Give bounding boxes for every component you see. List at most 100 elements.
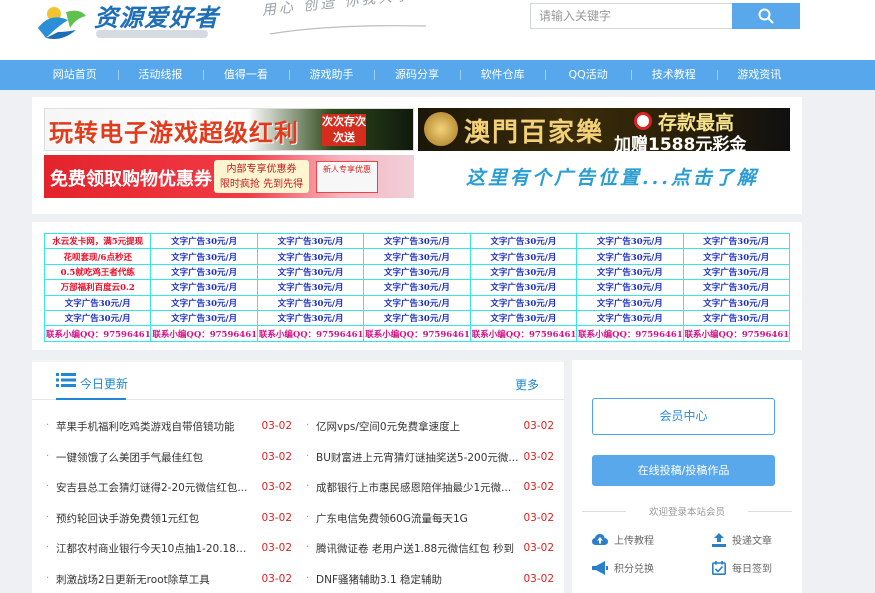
update-item[interactable]: · 一键领饿了么美团手气最佳红包 03-02 (44, 443, 294, 474)
update-date: 03-02 (261, 572, 292, 585)
text-ad-cell[interactable]: 联系小编QQ：97596461 (469, 325, 578, 342)
banner-ad-baccarat[interactable]: 澳門百家樂 存款最高 加赠1588元彩金 (418, 108, 790, 151)
update-item[interactable]: · 苹果手机福利吃鸡类游戏自带倍镜功能 03-02 (44, 412, 294, 443)
nav-item-source-code[interactable]: 源码分享 (374, 60, 460, 90)
text-ad-cell[interactable]: 文字广告30元/月 (363, 232, 471, 250)
text-ad-cell[interactable]: 水云发卡网，满5元提现 (43, 232, 152, 250)
nav-item-game-helper[interactable]: 游戏助手 (288, 60, 375, 90)
text-ad-cell[interactable]: 文字广告30元/月 (576, 232, 684, 250)
text-ad-cell[interactable]: 联系小编QQ：97596461 (576, 325, 684, 342)
update-title[interactable]: 成都银行上市惠民感恩陪伴抽最少1元微... (316, 480, 521, 495)
search-button[interactable] (732, 3, 800, 29)
banner-ad-placeholder[interactable]: 这里有个广告位置...点击了解 (418, 155, 790, 198)
update-title[interactable]: 苹果手机福利吃鸡类游戏自带倍镜功能 (56, 419, 251, 434)
text-ad-cell[interactable]: 文字广告30元/月 (682, 279, 791, 296)
update-item[interactable]: · 成都银行上市惠民感恩陪伴抽最少1元微... 03-02 (304, 473, 554, 504)
text-ad-cell[interactable]: 联系小编QQ：97596461 (363, 325, 471, 342)
text-ad-cell[interactable]: 文字广告30元/月 (469, 232, 578, 250)
update-title[interactable]: 预约轮回诀手游免费领1元红包 (56, 511, 251, 526)
text-ad-cell[interactable]: 文字广告30元/月 (363, 309, 471, 327)
text-ad-cell[interactable]: 文字广告30元/月 (469, 248, 578, 265)
text-ad-cell[interactable]: 文字广告30元/月 (469, 309, 578, 327)
member-center-button[interactable]: 会员中心 (592, 398, 775, 435)
text-ad-cell[interactable]: 文字广告30元/月 (576, 294, 684, 311)
text-ad-cell[interactable]: 文字广告30元/月 (150, 232, 258, 250)
more-link[interactable]: 更多 (515, 376, 539, 393)
text-ad-cell[interactable]: 联系小编QQ：97596461 (682, 325, 791, 342)
update-title[interactable]: 腾讯微证卷 老用户送1.88元微信红包 秒到 (316, 541, 521, 556)
update-item[interactable]: · 亿网vps/空间0元免费拿速度上 03-02 (304, 412, 554, 443)
search-input[interactable] (530, 3, 732, 29)
update-item[interactable]: · 广东电信免费领60G流量每天1G 03-02 (304, 504, 554, 535)
text-ad-cell[interactable]: 万部福利百度云0.2 (43, 279, 152, 296)
text-ad-cell[interactable]: 0.5就吃鸡王者代练 (43, 263, 152, 281)
text-ad-cell[interactable]: 文字广告30元/月 (682, 232, 791, 250)
nav-item-qq-activity[interactable]: QQ活动 (545, 60, 631, 90)
text-ad-cell[interactable]: 文字广告30元/月 (682, 294, 791, 311)
update-title[interactable]: 安吉县总工会猜灯谜得2-20元微信红包... (56, 480, 251, 495)
nav-item-home[interactable]: 网站首页 (32, 60, 118, 90)
update-item[interactable]: · 江都农村商业银行今天10点抽1-20.18元... 03-02 (44, 534, 294, 565)
text-ad-cell[interactable]: 文字广告30元/月 (682, 309, 791, 327)
text-ad-cell[interactable]: 文字广告30元/月 (256, 309, 365, 327)
update-item[interactable]: · DNF骚猪辅助3.1 稳定辅助 03-02 (304, 565, 554, 593)
text-ad-cell[interactable]: 文字广告30元/月 (363, 294, 471, 311)
logo-icon[interactable] (36, 2, 88, 42)
text-ads-row: 联系小编QQ：97596461 联系小编QQ：97596461 联系小编QQ：975… (43, 325, 791, 342)
text-ad-cell[interactable]: 文字广告30元/月 (256, 248, 365, 265)
text-ad-cell[interactable]: 文字广告30元/月 (576, 248, 684, 265)
update-title[interactable]: 广东电信免费领60G流量每天1G (316, 511, 521, 526)
update-item[interactable]: · 安吉县总工会猜灯谜得2-20元微信红包... 03-02 (44, 473, 294, 504)
text-ad-cell[interactable]: 文字广告30元/月 (150, 309, 258, 327)
points-exchange-link[interactable]: 积分兑换 (592, 560, 654, 575)
text-ad-cell[interactable]: 文字广告30元/月 (363, 279, 471, 296)
update-title[interactable]: BU财富进上元宵猜灯谜抽奖送5-200元微... (316, 450, 521, 465)
text-ad-cell[interactable]: 文字广告30元/月 (256, 294, 365, 311)
text-ad-cell[interactable]: 文字广告30元/月 (576, 263, 684, 281)
text-ad-cell[interactable]: 文字广告30元/月 (363, 248, 471, 265)
daily-checkin-link[interactable]: 每日签到 (712, 560, 772, 575)
text-ad-cell[interactable]: 文字广告30元/月 (682, 248, 791, 265)
text-ad-cell[interactable]: 文字广告30元/月 (256, 263, 365, 281)
text-ad-cell[interactable]: 文字广告30元/月 (469, 294, 578, 311)
text-ad-cell[interactable]: 文字广告30元/月 (256, 232, 365, 250)
banner-ad-game-bonus[interactable]: 玩转电子游戏超级红利 次次存次次送 (44, 108, 414, 151)
text-ad-cell[interactable]: 文字广告30元/月 (150, 294, 258, 311)
text-ad-cell[interactable]: 文字广告30元/月 (469, 279, 578, 296)
text-ad-cell[interactable]: 联系小编QQ：97596461 (256, 325, 365, 342)
banner-ad-bottom: 加赠1588元彩金 (614, 135, 747, 151)
text-ad-cell[interactable]: 文字广告30元/月 (150, 263, 258, 281)
text-ad-cell[interactable]: 文字广告30元/月 (43, 309, 152, 327)
text-ad-cell[interactable]: 文字广告30元/月 (469, 263, 578, 281)
text-ad-cell[interactable]: 文字广告30元/月 (150, 279, 258, 296)
text-ad-cell[interactable]: 文字广告30元/月 (43, 294, 152, 311)
update-item[interactable]: · 腾讯微证卷 老用户送1.88元微信红包 秒到 03-02 (304, 534, 554, 565)
logo-text[interactable]: 资源爱好者 (94, 0, 219, 33)
text-ad-cell[interactable]: 文字广告30元/月 (682, 263, 791, 281)
text-ad-cell[interactable]: 文字广告30元/月 (256, 279, 365, 296)
update-title[interactable]: 一键领饿了么美团手气最佳红包 (56, 450, 251, 465)
text-ad-cell[interactable]: 联系小编QQ：97596461 (43, 325, 152, 342)
update-title[interactable]: 亿网vps/空间0元免费拿速度上 (316, 419, 521, 434)
update-title[interactable]: 刺激战场2日更新无root除草工具 (56, 572, 251, 587)
update-title[interactable]: 江都农村商业银行今天10点抽1-20.18元... (56, 541, 251, 556)
text-ad-cell[interactable]: 联系小编QQ：97596461 (150, 325, 258, 342)
text-ad-cell[interactable]: 文字广告30元/月 (576, 309, 684, 327)
nav-item-software[interactable]: 软件仓库 (459, 60, 546, 90)
submit-article-button[interactable]: 在线投稿/投稿作品 (592, 455, 775, 486)
text-ad-cell[interactable]: 文字广告30元/月 (363, 263, 471, 281)
update-title[interactable]: DNF骚猪辅助3.1 稳定辅助 (316, 572, 521, 587)
submit-article-link[interactable]: 投递文章 (712, 532, 772, 547)
text-ad-cell[interactable]: 文字广告30元/月 (576, 279, 684, 296)
nav-item-activities[interactable]: 活动线报 (117, 60, 204, 90)
update-item[interactable]: · 预约轮回诀手游免费领1元红包 03-02 (44, 504, 294, 535)
banner-ad-coupons[interactable]: 免费领取购物优惠券 内部专享优惠券 限时疯抢 先到先得 新人专享优惠 (44, 155, 414, 198)
text-ad-cell[interactable]: 文字广告30元/月 (150, 248, 258, 265)
upload-tutorial-link[interactable]: 上传教程 (592, 532, 654, 547)
nav-item-tutorials[interactable]: 技术教程 (630, 60, 717, 90)
update-item[interactable]: · BU财富进上元宵猜灯谜抽奖送5-200元微... 03-02 (304, 443, 554, 474)
update-item[interactable]: · 刺激战场2日更新无root除草工具 03-02 (44, 565, 294, 593)
text-ad-cell[interactable]: 花呗套现/6点秒还 (43, 248, 152, 265)
nav-item-game-news[interactable]: 游戏资讯 (716, 60, 803, 90)
nav-item-worth-seeing[interactable]: 值得一看 (203, 60, 289, 90)
